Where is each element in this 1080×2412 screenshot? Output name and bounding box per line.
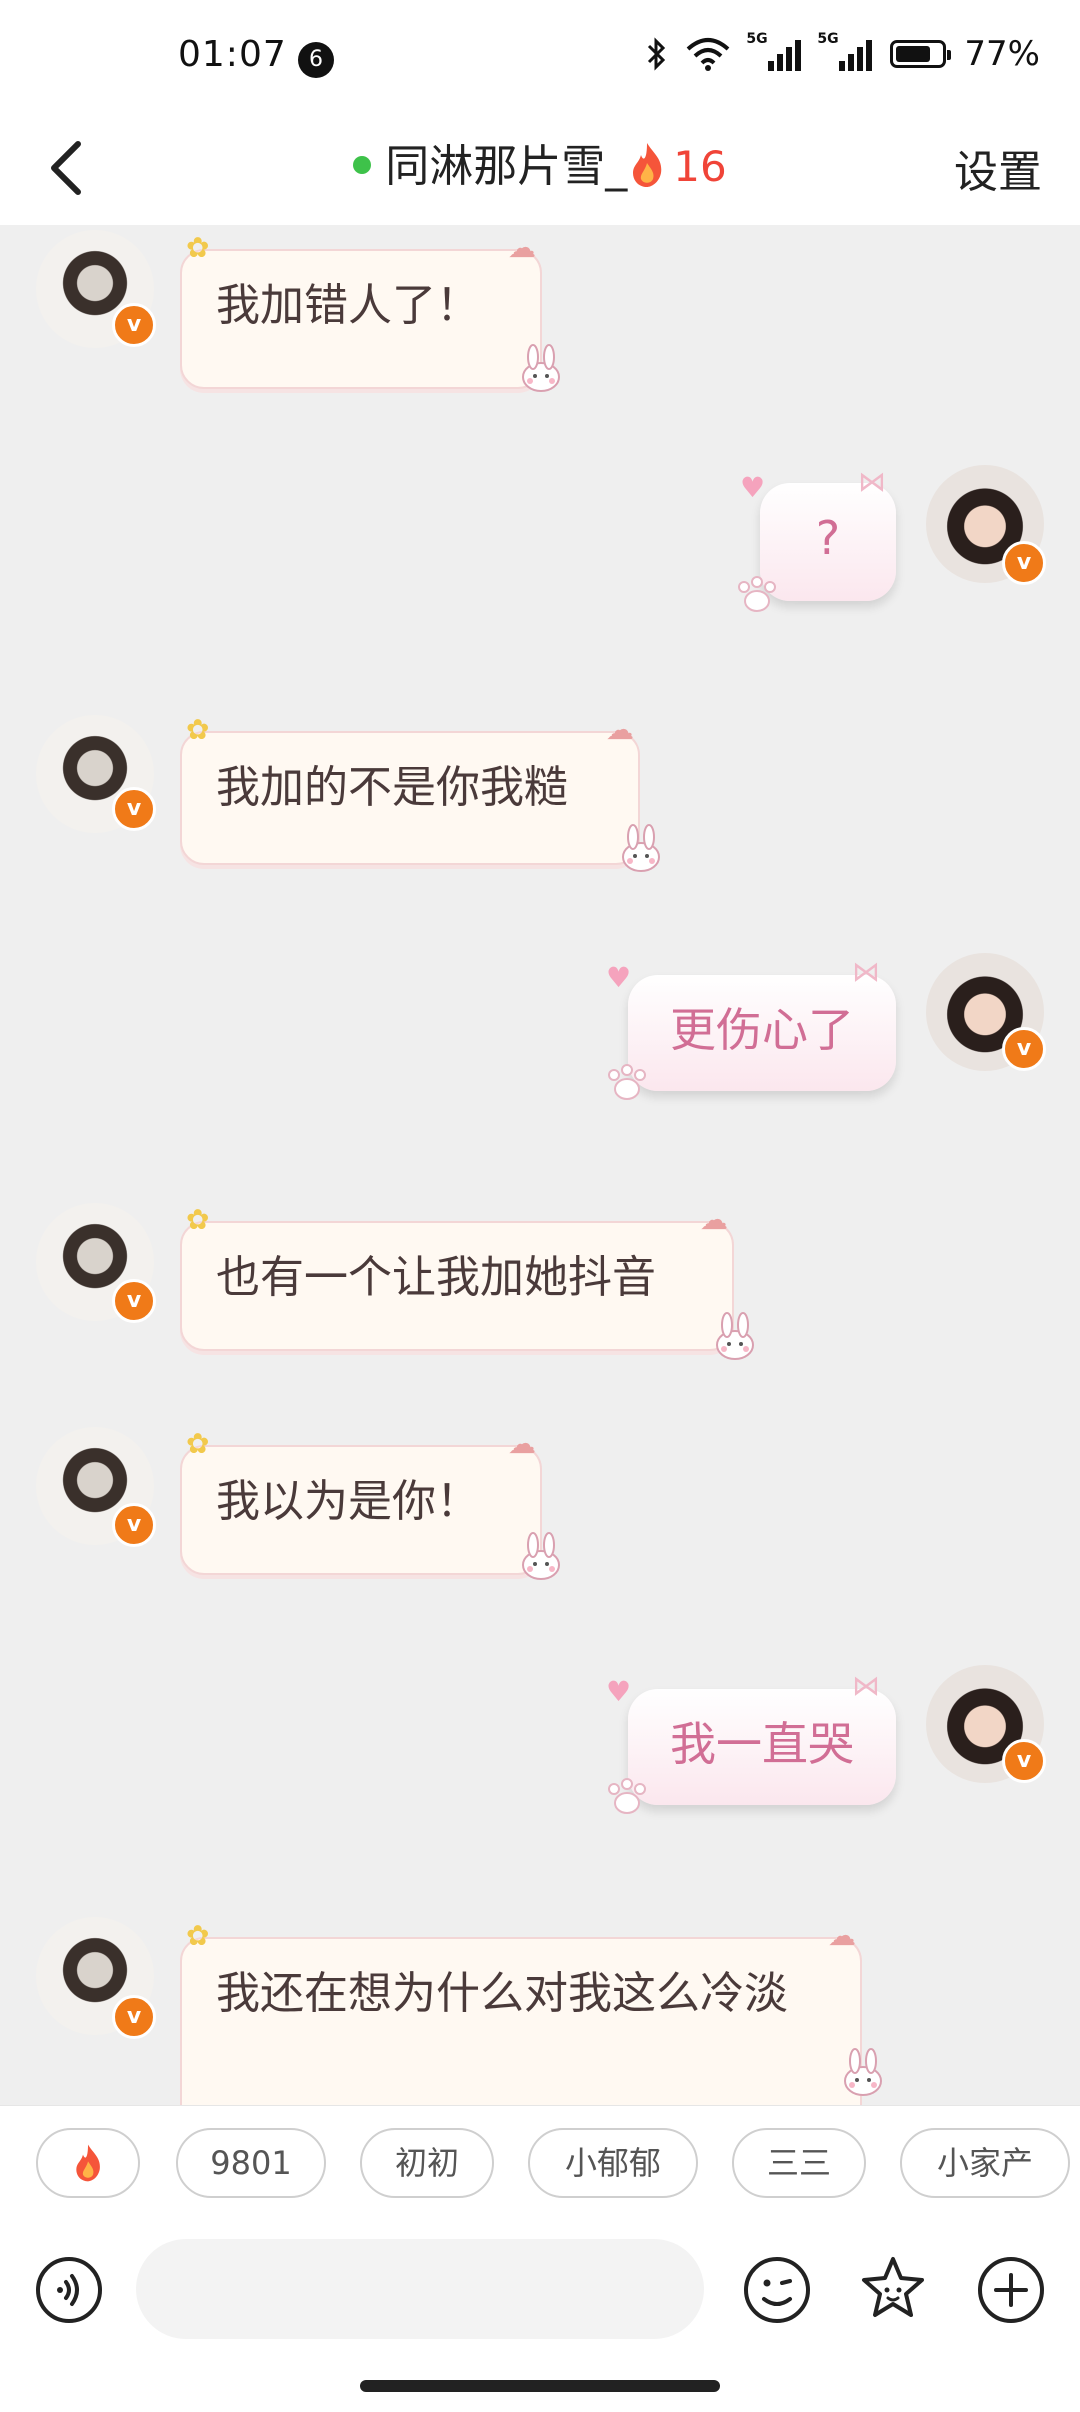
bow-sticker-icon: ⋈ [852, 1669, 880, 1702]
status-right-group: 5G 5G 77% [646, 31, 1040, 74]
message-bubble[interactable]: 我加的不是你我糙 [180, 731, 640, 865]
bluetooth-icon [648, 37, 666, 71]
verified-badge-icon: v [112, 1503, 156, 1547]
quick-chip[interactable]: 三三 [732, 2128, 866, 2198]
battery-percent: 77% [964, 34, 1040, 74]
bow-sticker-icon: ⋈ [852, 955, 880, 988]
verified-badge-icon: v [1002, 1739, 1046, 1783]
bunny-sticker-icon [844, 2048, 882, 2096]
heart-sticker-icon: ♥ [606, 961, 632, 994]
star-sticker-icon: ✿ [186, 713, 210, 746]
heart-sticker-icon: ♥ [606, 1675, 632, 1708]
bow-sticker-icon: ⋈ [858, 465, 886, 498]
fire-icon [633, 143, 662, 187]
paw-sticker-icon [738, 576, 776, 612]
emoji-icon[interactable] [742, 2255, 812, 2325]
star-sticker-icon: ✿ [186, 1919, 210, 1952]
bunny-sticker-icon [522, 1532, 560, 1580]
cloud-sticker-icon: ☁ [606, 713, 634, 746]
cloud-sticker-icon: ☁ [700, 1203, 728, 1236]
quick-chip[interactable]: 9801 [176, 2128, 326, 2198]
chat-header: 同淋那片雪_ 16 设置 [0, 110, 1080, 225]
bunny-sticker-icon [522, 344, 560, 392]
message-list[interactable]: v 我加错人了！ ✿ ☁ v ? ♥ ⋈ v 我加的不是你我糙 ✿ ☁ v 更伤… [0, 225, 1080, 2105]
message-bubble[interactable]: 我以为是你！ [180, 1445, 542, 1575]
fire-icon [76, 2144, 100, 2182]
quick-chip[interactable]: 小郁郁 [528, 2128, 698, 2198]
cellular-signal-icon: 5G [746, 31, 802, 71]
message-bubble[interactable]: ? [760, 483, 896, 601]
quick-contact-bar: 9801 初初 小郁郁 三三 小家产 [0, 2105, 1080, 2216]
status-bar: 01:07 6 5G 5G 77% [0, 0, 1080, 110]
verified-badge-icon: v [1002, 1027, 1046, 1071]
online-status-dot [353, 156, 372, 174]
cellular-signal-icon-2: 5G [817, 31, 873, 71]
star-sticker-icon: ✿ [186, 231, 210, 264]
cloud-sticker-icon: ☁ [508, 1427, 536, 1460]
chat-title-group[interactable]: 同淋那片雪_ 16 [0, 130, 1080, 194]
cloud-sticker-icon: ☁ [508, 231, 536, 264]
verified-badge-icon: v [112, 303, 156, 347]
message-bubble[interactable]: 更伤心了 [628, 975, 896, 1091]
fire-chip[interactable] [36, 2128, 140, 2198]
message-bubble[interactable]: 也有一个让我加她抖音 [180, 1221, 734, 1351]
streak-count: 16 [673, 142, 727, 191]
verified-badge-icon: v [112, 1995, 156, 2039]
bunny-sticker-icon [716, 1312, 754, 1360]
battery-icon [890, 40, 952, 68]
heart-sticker-icon: ♥ [740, 471, 766, 504]
settings-button[interactable]: 设置 [954, 136, 1042, 200]
star-sticker-icon: ✿ [186, 1427, 210, 1460]
quick-chip[interactable]: 初初 [360, 2128, 494, 2198]
paw-sticker-icon [608, 1064, 646, 1100]
bunny-sticker-icon [622, 824, 660, 872]
contact-name: 同淋那片雪_ [385, 141, 628, 192]
verified-badge-icon: v [1002, 541, 1046, 585]
quick-chip[interactable]: 小家产 [900, 2128, 1070, 2198]
message-input[interactable] [136, 2239, 704, 2339]
verified-badge-icon: v [112, 1279, 156, 1323]
voice-icon[interactable] [34, 2255, 104, 2325]
message-input-bar [0, 2215, 1080, 2412]
verified-badge-icon: v [112, 787, 156, 831]
notification-count-badge: 6 [298, 42, 334, 78]
message-bubble[interactable]: 我还在想为什么对我这么冷淡 [180, 1937, 862, 2105]
star-sticker-icon[interactable] [858, 2253, 928, 2323]
status-time: 01:07 [178, 34, 287, 75]
wifi-icon [687, 38, 730, 71]
paw-sticker-icon [608, 1778, 646, 1814]
cloud-sticker-icon: ☁ [828, 1919, 856, 1952]
message-bubble[interactable]: 我加错人了！ [180, 249, 542, 389]
plus-circle-icon[interactable] [976, 2255, 1046, 2325]
star-sticker-icon: ✿ [186, 1203, 210, 1236]
home-indicator [360, 2380, 720, 2392]
message-bubble[interactable]: 我一直哭 [628, 1689, 896, 1805]
